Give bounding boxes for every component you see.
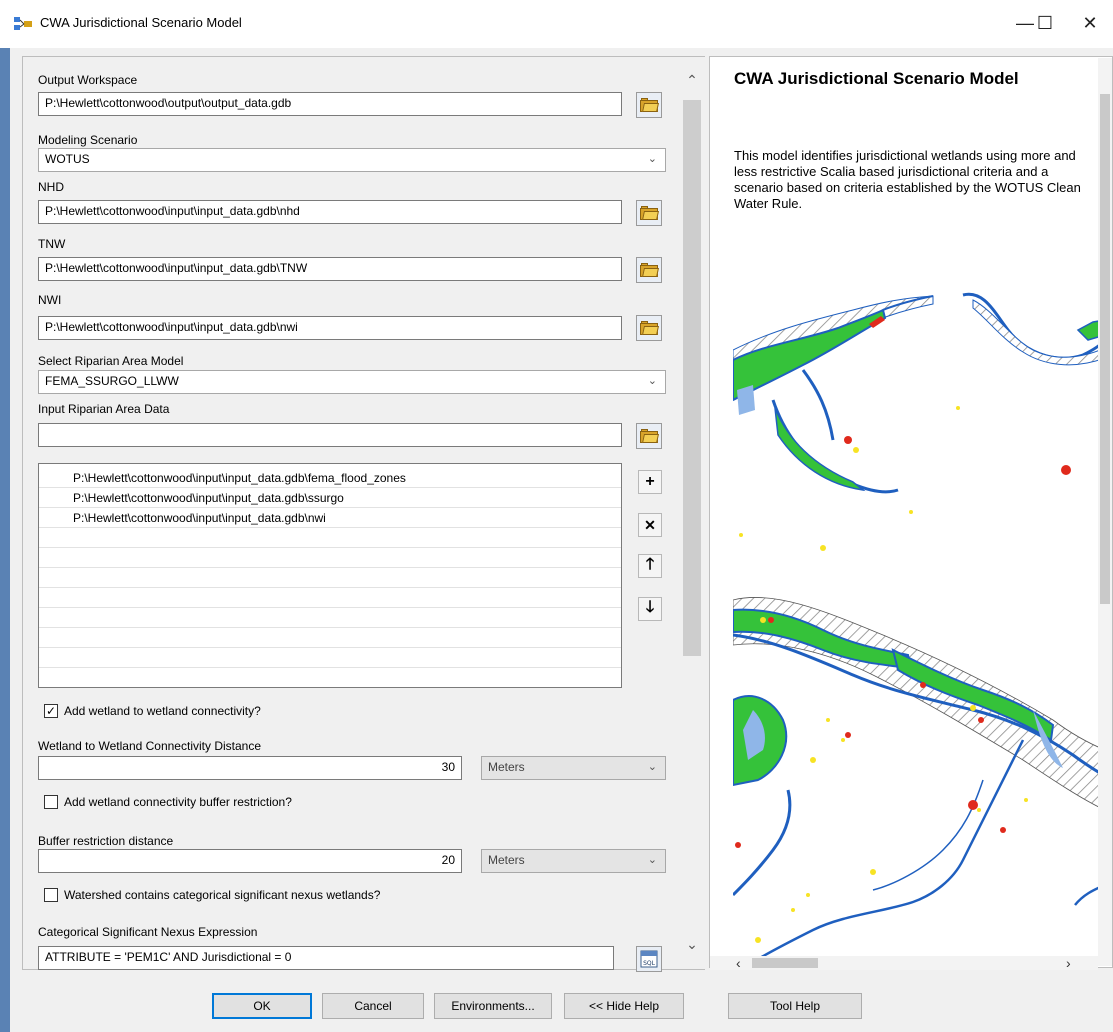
list-item[interactable]: P:\Hewlett\cottonwood\input\input_data.g… <box>39 488 621 508</box>
chevron-down-icon: ⌄ <box>647 375 657 387</box>
scroll-down-icon[interactable]: ⌄ <box>681 936 703 956</box>
tnw-browse-button[interactable] <box>636 257 662 283</box>
categorical-wetlands-checkbox[interactable] <box>44 888 58 902</box>
buffer-restriction-label: Add wetland connectivity buffer restrict… <box>64 795 292 809</box>
list-item <box>39 588 621 608</box>
title-bar: CWA Jurisdictional Scenario Model — ☐ ✕ <box>0 0 1113 49</box>
maximize-button[interactable]: ☐ <box>1022 8 1068 38</box>
model-icon <box>14 17 32 30</box>
arrow-down-icon: 🡓 <box>645 598 655 616</box>
riparian-data-input[interactable] <box>38 423 622 447</box>
connectivity-distance-input[interactable]: 30 <box>38 756 462 780</box>
nexus-expression-input[interactable]: ATTRIBUTE = 'PEM1C' AND Jurisdictional =… <box>38 946 614 970</box>
folder-icon <box>640 321 659 335</box>
tnw-label: TNW <box>38 237 66 251</box>
nhd-input[interactable]: P:\Hewlett\cottonwood\input\input_data.g… <box>38 200 622 224</box>
list-item <box>39 608 621 628</box>
folder-icon <box>640 206 659 220</box>
window-border <box>0 48 10 1032</box>
help-title: CWA Jurisdictional Scenario Model <box>734 69 1019 88</box>
close-icon: ✕ <box>1082 12 1098 33</box>
riparian-data-browse-button[interactable] <box>636 423 662 449</box>
wetland-connectivity-label: Add wetland to wetland connectivity? <box>64 704 261 718</box>
list-item <box>39 528 621 548</box>
move-down-button[interactable]: 🡓 <box>638 597 662 621</box>
list-item[interactable]: P:\Hewlett\cottonwood\input\input_data.g… <box>39 508 621 528</box>
ok-button[interactable]: OK <box>212 993 312 1019</box>
sql-builder-button[interactable]: SQL <box>636 946 662 972</box>
help-horizontal-scrollbar-thumb[interactable] <box>752 958 818 968</box>
nwi-browse-button[interactable] <box>636 315 662 341</box>
close-icon: ✕ <box>644 516 656 533</box>
svg-text:SQL: SQL <box>643 960 656 967</box>
riparian-data-list[interactable]: P:\Hewlett\cottonwood\input\input_data.g… <box>38 463 622 688</box>
nhd-label: NHD <box>38 180 64 194</box>
parameters-scrollbar-thumb[interactable] <box>683 100 701 656</box>
modeling-scenario-value: WOTUS <box>45 152 90 166</box>
remove-item-button[interactable]: ✕ <box>638 513 662 537</box>
connectivity-unit-value: Meters <box>488 760 525 774</box>
maximize-icon: ☐ <box>1036 12 1054 33</box>
list-item <box>39 648 621 668</box>
wetland-connectivity-checkbox[interactable]: ✓ <box>44 704 58 718</box>
buffer-distance-label: Buffer restriction distance <box>38 834 174 848</box>
riparian-model-select[interactable]: FEMA_SSURGO_LLWW ⌄ <box>38 370 666 394</box>
cancel-button[interactable]: Cancel <box>322 993 424 1019</box>
chevron-down-icon: ⌄ <box>647 761 657 773</box>
output-workspace-browse-button[interactable] <box>636 92 662 118</box>
window-title: CWA Jurisdictional Scenario Model <box>40 15 242 30</box>
output-workspace-label: Output Workspace <box>38 73 138 87</box>
list-item <box>39 568 621 588</box>
categorical-wetlands-label: Watershed contains categorical significa… <box>64 888 381 902</box>
nwi-input[interactable]: P:\Hewlett\cottonwood\input\input_data.g… <box>38 316 622 340</box>
plus-icon: + <box>645 473 655 490</box>
connectivity-distance-label: Wetland to Wetland Connectivity Distance <box>38 739 262 753</box>
arrow-up-icon: 🡑 <box>645 555 655 573</box>
list-item <box>39 628 621 648</box>
tool-help-button[interactable]: Tool Help <box>728 993 862 1019</box>
chevron-down-icon: ⌄ <box>647 153 657 165</box>
buffer-unit-select[interactable]: Meters ⌄ <box>481 849 666 873</box>
folder-icon <box>640 98 659 112</box>
chevron-left-icon[interactable]: ‹ <box>736 955 741 971</box>
modeling-scenario-select[interactable]: WOTUS ⌄ <box>38 148 666 172</box>
riparian-model-label: Select Riparian Area Model <box>38 354 184 368</box>
scroll-up-icon[interactable]: ⌃ <box>681 72 703 92</box>
nexus-expression-label: Categorical Significant Nexus Expression <box>38 925 258 939</box>
nhd-browse-button[interactable] <box>636 200 662 226</box>
folder-icon <box>640 263 659 277</box>
move-up-button[interactable]: 🡑 <box>638 554 662 578</box>
modeling-scenario-label: Modeling Scenario <box>38 133 138 147</box>
buffer-distance-input[interactable]: 20 <box>38 849 462 873</box>
dialog-button-bar <box>10 972 1113 1032</box>
chevron-right-icon[interactable]: › <box>1066 955 1071 971</box>
environments-button[interactable]: Environments... <box>434 993 552 1019</box>
buffer-unit-value: Meters <box>488 853 525 867</box>
buffer-restriction-checkbox[interactable] <box>44 795 58 809</box>
hide-help-button[interactable]: << Hide Help <box>564 993 684 1019</box>
output-workspace-input[interactable]: P:\Hewlett\cottonwood\output\output_data… <box>38 92 622 116</box>
help-scrollbar-thumb[interactable] <box>1100 94 1110 604</box>
sql-icon: SQL <box>640 950 658 968</box>
close-button[interactable]: ✕ <box>1067 8 1113 38</box>
tnw-input[interactable]: P:\Hewlett\cottonwood\input\input_data.g… <box>38 257 622 281</box>
chevron-down-icon: ⌄ <box>647 854 657 866</box>
help-description: This model identifies jurisdictional wet… <box>734 148 1081 211</box>
connectivity-unit-select[interactable]: Meters ⌄ <box>481 756 666 780</box>
add-item-button[interactable]: + <box>638 470 662 494</box>
riparian-model-value: FEMA_SSURGO_LLWW <box>45 374 179 388</box>
wetland-map-image <box>733 292 1105 962</box>
folder-icon <box>640 429 659 443</box>
riparian-data-label: Input Riparian Area Data <box>38 402 170 416</box>
nwi-label: NWI <box>38 293 62 307</box>
list-item <box>39 548 621 568</box>
list-item[interactable]: P:\Hewlett\cottonwood\input\input_data.g… <box>39 468 621 488</box>
